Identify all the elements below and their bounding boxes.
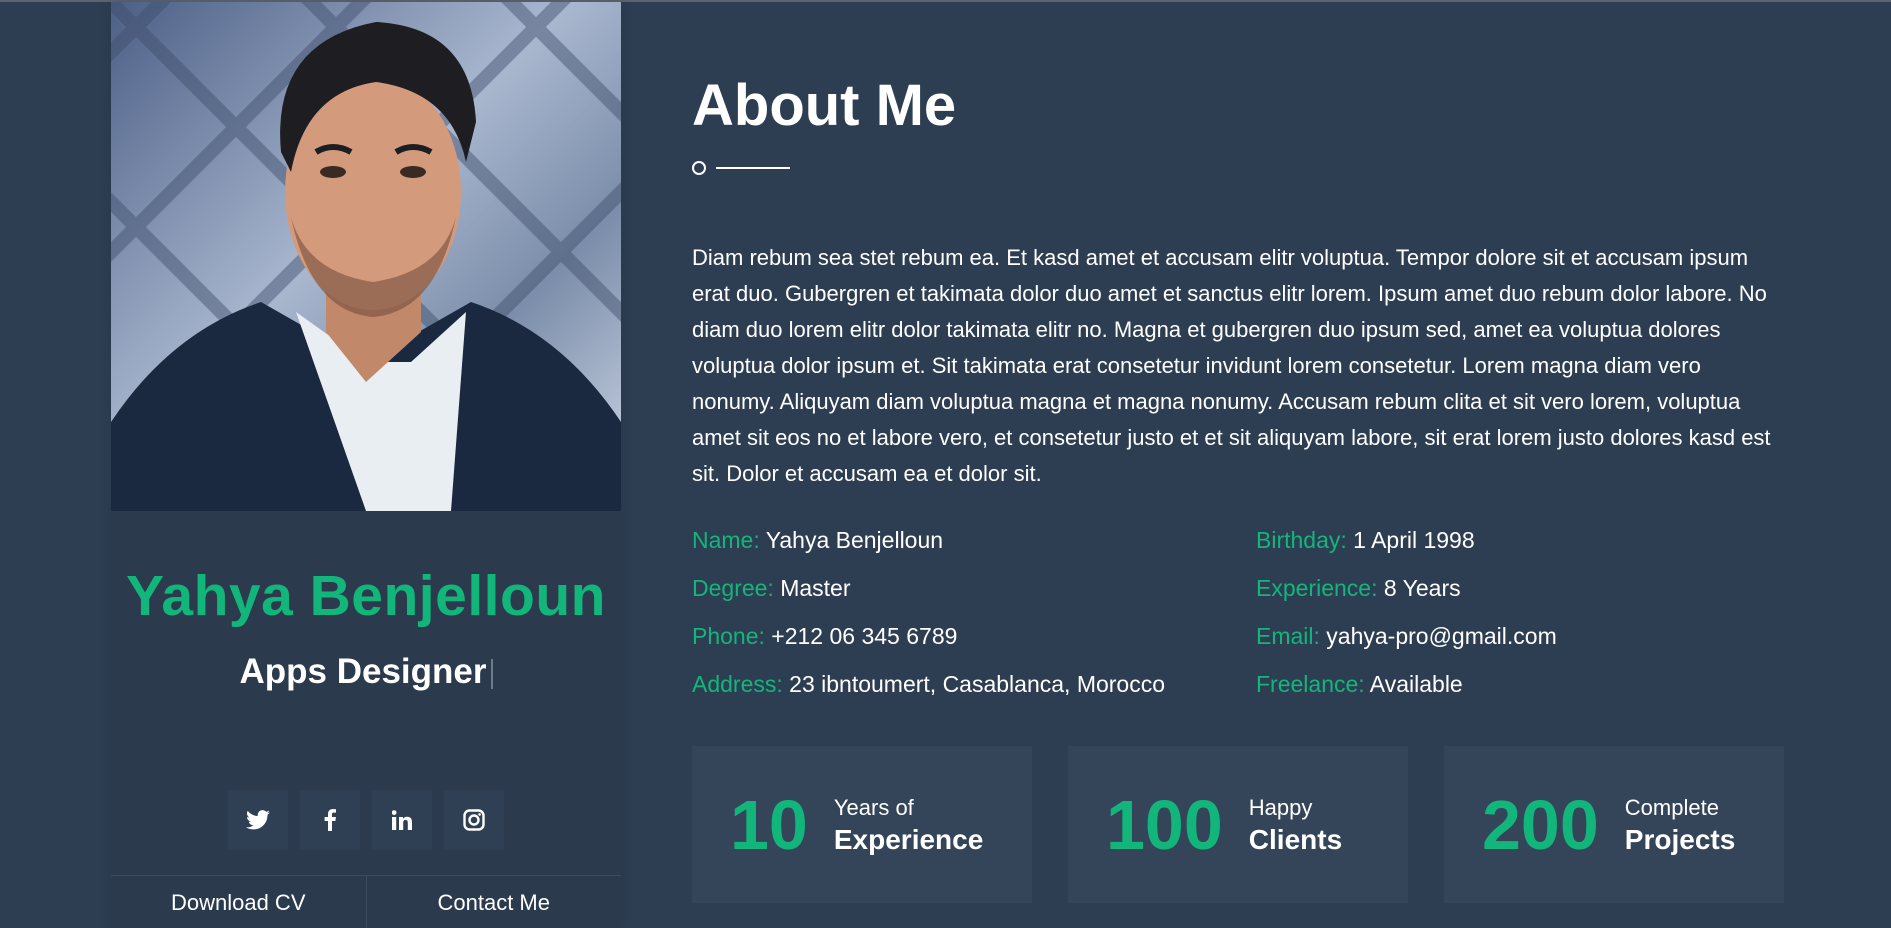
profile-name: Yahya Benjelloun [126, 564, 606, 628]
stat-label-line2: Clients [1248, 823, 1343, 855]
stat-card-experience: 10 Years of Experience [692, 746, 1032, 903]
info-value: 23 ibntoumert, Casablanca, Morocco [789, 671, 1166, 697]
stat-card-projects: 200 Complete Projects [1444, 746, 1784, 903]
about-title: About Me [692, 73, 957, 138]
info-address: Address: 23 ibntoumert, Casablanca, Moro… [692, 666, 1256, 714]
typing-caret [490, 658, 493, 689]
info-label: Experience: [1256, 575, 1378, 601]
info-experience: Experience: 8 Years [1256, 570, 1792, 618]
stat-label-line2: Projects [1624, 823, 1736, 855]
profile-role-text: Apps Designer [239, 652, 487, 691]
social-links [111, 790, 621, 850]
stat-label-line1: Years of [833, 794, 914, 820]
info-label: Freelance: [1256, 671, 1365, 697]
linkedin-icon[interactable] [372, 790, 432, 850]
info-freelance: Freelance: Available [1256, 666, 1792, 714]
instagram-icon[interactable] [444, 790, 504, 850]
stat-number: 10 [730, 785, 808, 864]
facebook-icon[interactable] [300, 790, 360, 850]
stats-row: 10 Years of Experience 100 Happy Clients… [692, 746, 1784, 903]
info-value: +212 06 345 6789 [771, 623, 958, 649]
download-cv-button[interactable]: Download CV [111, 876, 366, 928]
stat-card-clients: 100 Happy Clients [1068, 746, 1408, 903]
profile-role: Apps Designer [111, 652, 621, 692]
stat-number: 200 [1482, 785, 1599, 864]
profile-actions: Download CV Contact Me [111, 875, 621, 928]
about-bio: Diam rebum sea stet rebum ea. Et kasd am… [692, 245, 1771, 486]
info-phone: Phone: +212 06 345 6789 [692, 618, 1256, 666]
info-label: Phone: [692, 623, 765, 649]
stat-label: Complete Projects [1625, 793, 1736, 857]
info-value: 1 April 1998 [1353, 527, 1475, 553]
contact-me-button[interactable]: Contact Me [365, 876, 622, 928]
stat-label-line2: Experience [833, 823, 984, 855]
info-label: Birthday: [1256, 527, 1347, 553]
info-label: Name: [692, 527, 760, 553]
profile-photo [111, 2, 621, 511]
info-degree: Degree: Master [692, 570, 1256, 618]
info-value: 8 Years [1383, 575, 1461, 601]
info-birthday: Birthday: 1 April 1998 [1256, 522, 1792, 570]
title-divider [692, 160, 802, 176]
stat-label-line1: Happy [1248, 794, 1313, 820]
info-label: Degree: [692, 575, 774, 601]
stat-label-line1: Complete [1624, 794, 1719, 820]
info-value: Yahya Benjelloun [765, 527, 944, 553]
divider-line [716, 167, 790, 169]
info-label: Email: [1256, 623, 1320, 649]
info-value: Available [1369, 671, 1463, 697]
info-name: Name: Yahya Benjelloun [692, 522, 1256, 570]
info-value[interactable]: yahya-pro@gmail.com [1326, 623, 1556, 649]
stat-label: Years of Experience [834, 793, 983, 857]
personal-info: Name: Yahya Benjelloun Birthday: 1 April… [692, 522, 1792, 714]
stat-label: Happy Clients [1249, 793, 1342, 857]
info-email: Email: yahya-pro@gmail.com [1256, 618, 1792, 666]
profile-card: Yahya Benjelloun Apps Designer Download … [111, 2, 621, 928]
stat-number: 100 [1106, 785, 1223, 864]
info-label: Address: [692, 671, 783, 697]
twitter-icon[interactable] [228, 790, 288, 850]
divider-circle-icon [692, 161, 706, 175]
info-value: Master [780, 575, 851, 601]
